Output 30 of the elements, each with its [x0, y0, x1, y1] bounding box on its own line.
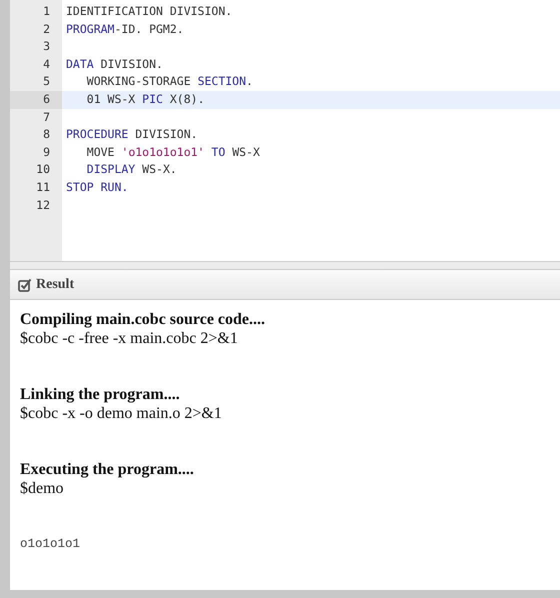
line-number: 4	[42, 56, 51, 73]
line-number: 7	[42, 108, 51, 126]
splitter-bar[interactable]	[10, 262, 560, 270]
line-number: 1	[42, 3, 51, 20]
checkbox-icon	[18, 278, 32, 292]
command-line: $cobc -c -free -x main.cobc 2>&1	[20, 329, 239, 349]
code-line: PROGRAM-ID. PGM2.	[65, 20, 185, 38]
code-line: STOP RUN.	[65, 178, 130, 196]
program-output: o1o1o1o1	[20, 536, 82, 553]
line-number: 5	[42, 73, 51, 90]
command-line: $demo	[20, 479, 65, 499]
code-line: DATA DIVISION.	[65, 56, 164, 73]
step-heading: Compiling main.cobc source code....	[20, 310, 266, 329]
line-number: 11	[35, 178, 51, 196]
line-number: 10	[35, 161, 51, 178]
line-number: 9	[42, 144, 51, 161]
line-number: 2	[42, 20, 51, 38]
code-line: WORKING-STORAGE SECTION.	[86, 73, 254, 90]
step-heading: Executing the program....	[20, 460, 195, 479]
result-title: Result	[36, 276, 74, 294]
line-number: 3	[42, 38, 51, 56]
code-line: IDENTIFICATION DIVISION.	[65, 3, 234, 20]
line-number: 6	[10, 90, 62, 109]
code-line: MOVE 'o1o1o1o1o1' TO WS-X	[86, 144, 261, 161]
step-heading: Linking the program....	[20, 385, 181, 404]
code-line: PROCEDURE DIVISION.	[65, 126, 199, 144]
code-line: DISPLAY WS-X.	[86, 161, 178, 178]
line-number: 12	[35, 196, 51, 214]
command-line: $cobc -x -o demo main.o 2>&1	[20, 404, 223, 424]
line-number: 8	[42, 126, 51, 144]
